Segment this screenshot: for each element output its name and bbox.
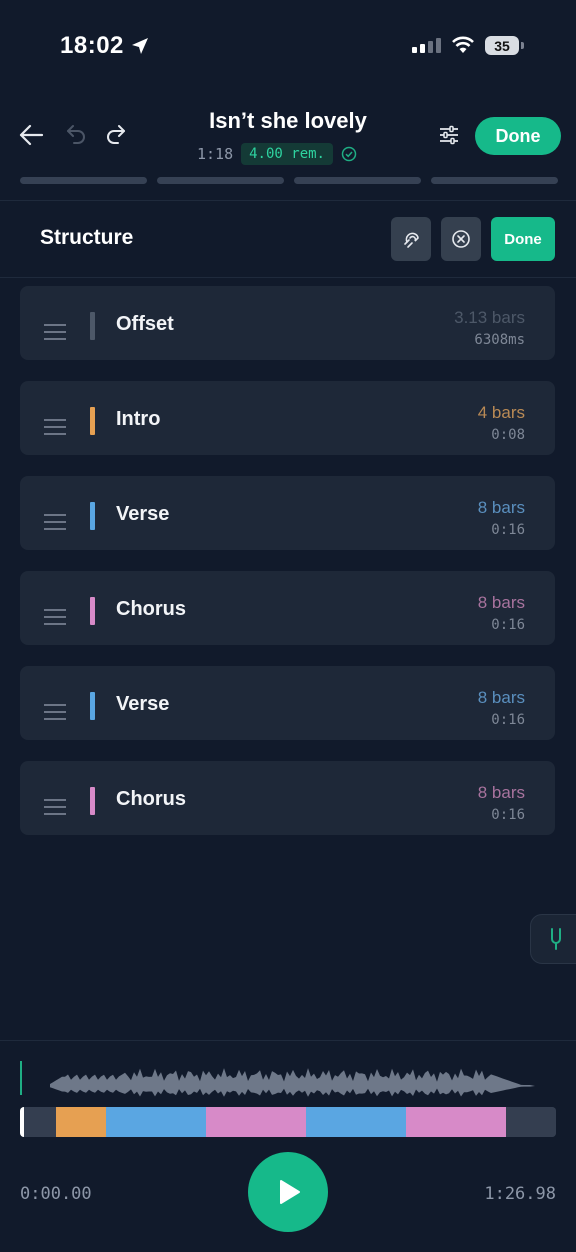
divider [0, 200, 576, 201]
section-row[interactable]: Intro 4 bars 0:08 [20, 381, 555, 455]
timeline-segment [306, 1107, 407, 1137]
drag-handle-icon[interactable] [44, 514, 66, 535]
battery-cap [521, 42, 524, 49]
step-indicator [20, 177, 147, 184]
timeline-segment [55, 1107, 107, 1137]
section-label: Offset [116, 313, 174, 335]
section-color-bar [90, 787, 95, 815]
section-row[interactable]: Chorus 8 bars 0:16 [20, 761, 555, 835]
playback-position: 1:18 [197, 145, 234, 163]
section-bars: 3.13 bars [454, 308, 525, 327]
timeline-segment [23, 1107, 56, 1137]
section-label: Chorus [116, 598, 186, 620]
tuning-fork-icon [551, 928, 561, 950]
section-label: Verse [116, 503, 170, 525]
structure-done-button[interactable]: Done [491, 217, 555, 261]
close-circle-icon [452, 230, 470, 248]
divider [0, 1040, 576, 1041]
section-duration: 0:16 [491, 522, 525, 538]
section-bars: 8 bars [477, 593, 525, 612]
song-subline: 1:18 4.00 rem. [197, 143, 357, 165]
step-indicator [157, 177, 284, 184]
drag-handle-icon[interactable] [44, 799, 66, 820]
magnet-button[interactable] [391, 217, 431, 261]
section-color-bar [90, 407, 95, 435]
end-time: 1:26.98 [484, 1184, 556, 1204]
section-duration: 0:16 [491, 617, 525, 633]
step-progress [20, 177, 558, 184]
section-duration: 0:16 [491, 712, 525, 728]
section-bars: 4 bars [477, 403, 525, 422]
cellular-signal-icon [412, 38, 441, 53]
tuning-fork-tab[interactable] [530, 914, 576, 964]
timeline-segment [206, 1107, 307, 1137]
magnet-icon [404, 232, 419, 248]
section-color-bar [90, 502, 95, 530]
section-label: Verse [116, 693, 170, 715]
structure-title: Structure [40, 226, 134, 249]
section-duration: 6308ms [474, 332, 525, 348]
section-row[interactable]: Chorus 8 bars 0:16 [20, 571, 555, 645]
play-button[interactable] [248, 1152, 328, 1232]
section-row[interactable]: Verse 8 bars 0:16 [20, 666, 555, 740]
section-color-bar [90, 597, 95, 625]
status-time: 18:02 [60, 32, 124, 59]
battery-icon: 35 [485, 36, 519, 55]
drag-handle-icon[interactable] [44, 609, 66, 630]
play-icon [280, 1180, 300, 1204]
section-duration: 0:08 [491, 427, 525, 443]
cancel-button[interactable] [441, 217, 481, 261]
waveform-shape [50, 1068, 535, 1097]
section-color-bar [90, 312, 95, 340]
section-bars: 8 bars [477, 688, 525, 707]
remaining-badge: 4.00 rem. [241, 143, 333, 165]
drag-handle-icon[interactable] [44, 324, 66, 345]
structure-timeline[interactable] [20, 1107, 556, 1137]
divider [0, 277, 576, 278]
section-row[interactable]: Offset 3.13 bars 6308ms [20, 286, 555, 360]
start-time: 0:00.00 [20, 1184, 92, 1204]
drag-handle-icon[interactable] [44, 704, 66, 725]
step-indicator [294, 177, 421, 184]
section-color-bar [90, 692, 95, 720]
done-button[interactable]: Done [475, 117, 561, 155]
section-label: Chorus [116, 788, 186, 810]
wifi-icon [452, 36, 474, 53]
timeline-segment [506, 1107, 556, 1137]
playhead [20, 1061, 22, 1095]
settings-sliders-icon[interactable] [438, 124, 460, 146]
section-duration: 0:16 [491, 807, 525, 823]
check-circle-icon [341, 146, 357, 162]
waveform[interactable] [20, 1055, 556, 1101]
section-bars: 8 bars [477, 783, 525, 802]
step-indicator [431, 177, 558, 184]
location-arrow-icon [132, 38, 148, 54]
drag-handle-icon[interactable] [44, 419, 66, 440]
timeline-segment [406, 1107, 507, 1137]
section-row[interactable]: Verse 8 bars 0:16 [20, 476, 555, 550]
section-label: Intro [116, 408, 161, 430]
timeline-segment [106, 1107, 207, 1137]
section-bars: 8 bars [477, 498, 525, 517]
